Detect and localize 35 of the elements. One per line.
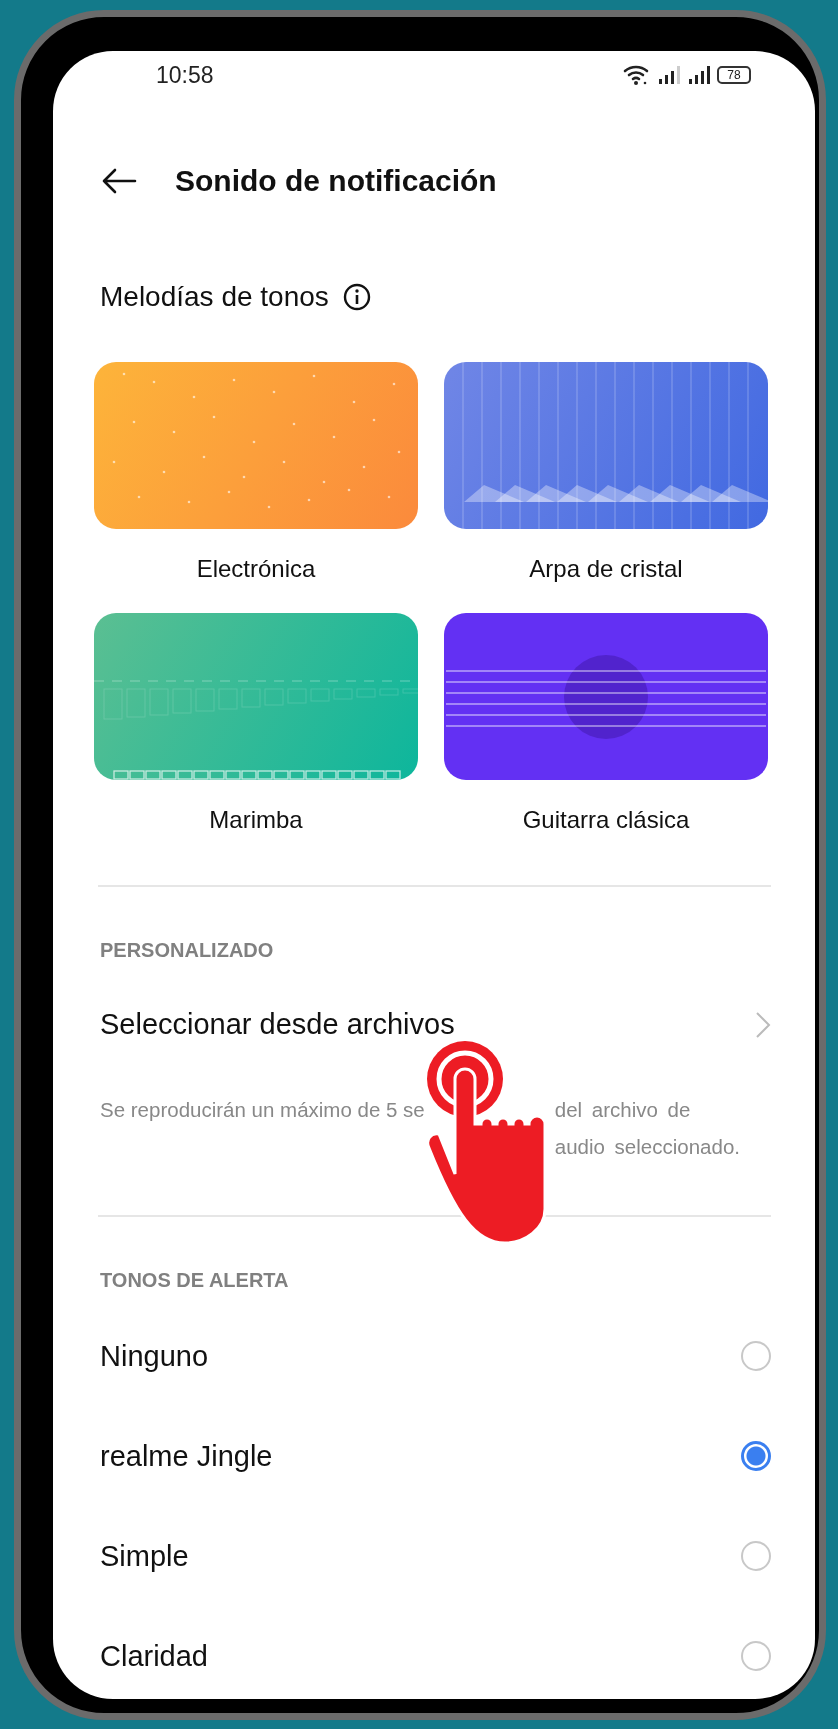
signal-icon [657,65,681,85]
list-item[interactable]: Seleccionar desde archivos [94,1008,771,1041]
clock-time: 10:58 [156,61,214,89]
section-title: Melodías de tonos [100,281,329,313]
info-icon[interactable] [342,283,371,311]
ringtone-label: Marimba [208,805,304,835]
list-item[interactable]: Simple [94,1506,771,1606]
item-label: Claridad [100,1639,208,1673]
page-title: Sonido de notificación [175,164,497,198]
battery-level: 78 [727,69,741,81]
back-icon[interactable] [101,168,137,194]
section-heading: PERSONALIZADO [99,939,275,962]
ringtone-label: Electrónica [195,554,317,584]
item-label: Ninguno [100,1339,209,1373]
item-label: Seleccionar desde archivos [100,1008,455,1041]
list-item[interactable]: realme Jingle [94,1406,771,1506]
ringtone-card[interactable] [444,613,768,780]
signal-icon [687,65,711,85]
ringtone-card[interactable] [444,362,768,529]
list-item[interactable]: Ninguno [94,1306,771,1406]
radio-button[interactable] [741,1541,771,1571]
section-heading: TONOS DE ALERTA [99,1269,290,1292]
wifi-icon [623,64,651,86]
item-label: realme Jingle [100,1439,273,1473]
ringtone-label: Arpa de cristal [528,554,684,584]
ringtone-card[interactable] [94,613,418,780]
list-item[interactable]: Claridad [94,1606,771,1699]
note-text: Se reproducirán un máximo de 5 se [100,1098,425,1121]
radio-button[interactable] [741,1441,771,1471]
note-text: del archivo de audio seleccionado. [554,1097,741,1160]
radio-button[interactable] [741,1641,771,1671]
item-label: Simple [100,1539,189,1573]
chevron-icon [755,1010,771,1039]
ringtone-label: Guitarra clásica [521,805,691,835]
radio-button[interactable] [741,1341,771,1371]
